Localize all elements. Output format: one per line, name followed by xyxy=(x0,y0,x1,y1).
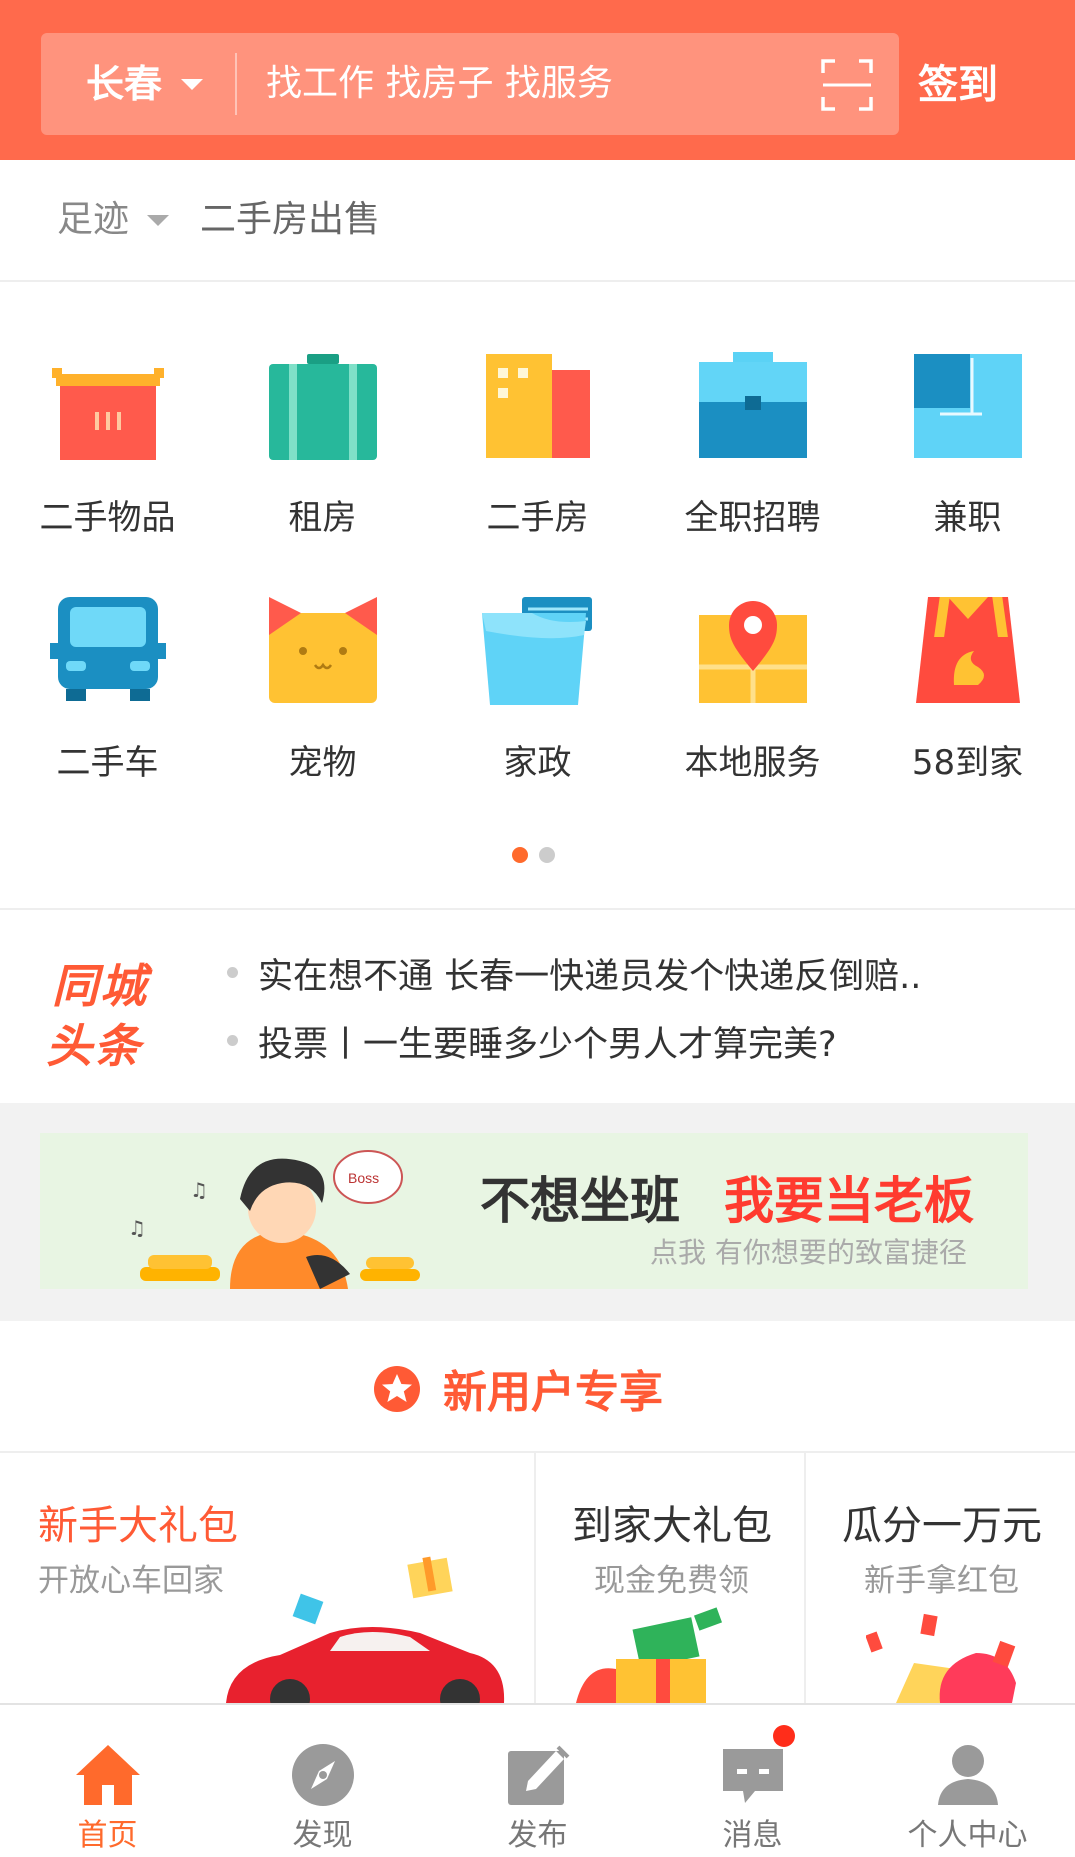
promo-card-newbie-pack[interactable]: 新手大礼包 开放心车回家 xyxy=(0,1453,534,1703)
compass-icon xyxy=(291,1744,354,1806)
checkin-button[interactable]: 签到 xyxy=(918,0,998,170)
map-pin-icon xyxy=(698,601,807,703)
card-subtitle: 开放心车回家 xyxy=(38,1563,224,1599)
category-item-fulltime-jobs[interactable]: 全职招聘 xyxy=(645,350,860,550)
category-item-secondhand-goods[interactable]: 二手物品 xyxy=(0,350,215,550)
card-subtitle: 新手拿红包 xyxy=(864,1563,1019,1599)
window-icon xyxy=(913,354,1022,458)
category-label: 本地服务 xyxy=(684,743,821,783)
bullet-icon xyxy=(227,967,238,978)
category-label: 二手房 xyxy=(486,498,589,538)
pager-dot-active[interactable] xyxy=(512,847,528,863)
category-label: 宠物 xyxy=(288,743,357,783)
search-input[interactable]: 找工作 找房子 找服务 xyxy=(266,33,613,135)
headline-logo: 同城 xyxy=(52,959,148,1013)
car-icon xyxy=(49,597,166,701)
search-bar[interactable]: 长春 找工作 找房子 找服务 xyxy=(41,33,899,135)
caret-down-icon[interactable] xyxy=(147,215,169,226)
promo-banner[interactable]: Boss ♫ ♫ 不想坐班 我要当老板 点我 有你想要的致富捷径 xyxy=(40,1133,1028,1289)
promo-card-red-packet[interactable]: 瓜分一万元 新手拿红包 xyxy=(806,1453,1075,1703)
home-icon xyxy=(75,1745,140,1805)
bottom-tab-bar: 首页 发现 发布 消息 个人中心 xyxy=(0,1703,1075,1857)
boss-bubble-text: Boss xyxy=(348,1170,379,1186)
svg-text:♫: ♫ xyxy=(190,1178,208,1202)
svg-text:♫: ♫ xyxy=(128,1216,146,1240)
bullet-icon xyxy=(227,1035,238,1046)
divider xyxy=(0,908,1075,910)
category-item-local-services[interactable]: 本地服务 xyxy=(645,595,860,795)
category-item-housekeeping[interactable]: 家政 xyxy=(430,595,645,795)
category-label: 二手车 xyxy=(56,743,159,783)
tab-label: 发布 xyxy=(507,1818,568,1853)
user-icon xyxy=(937,1745,998,1805)
card-title: 瓜分一万元 xyxy=(842,1503,1042,1549)
tab-label: 首页 xyxy=(77,1818,138,1853)
briefcase-icon xyxy=(698,352,807,458)
pager-dot[interactable] xyxy=(539,847,555,863)
cat-icon xyxy=(268,597,377,703)
category-label: 二手物品 xyxy=(39,498,176,538)
category-label: 全职招聘 xyxy=(684,498,821,538)
new-user-title: 新用户专享 xyxy=(443,1367,663,1418)
search-divider xyxy=(235,53,237,115)
red-car-illustration xyxy=(226,1556,505,1703)
tab-publish[interactable]: 发布 xyxy=(430,1705,645,1857)
tab-label: 发现 xyxy=(292,1818,353,1853)
category-label: 家政 xyxy=(503,743,572,783)
gift-box-illustration xyxy=(576,1607,723,1703)
category-label: 租房 xyxy=(288,498,357,538)
banner-title: 不想坐班 xyxy=(480,1172,680,1230)
card-subtitle: 现金免费领 xyxy=(594,1563,749,1599)
headline-logo: 头条 xyxy=(46,1019,142,1073)
edit-icon xyxy=(507,1745,569,1805)
headline-item[interactable]: 投票丨一生要睡多少个男人才算完美? xyxy=(258,1016,837,1067)
suitcase-icon xyxy=(268,354,377,460)
tab-label: 消息 xyxy=(722,1818,783,1853)
message-icon xyxy=(722,1749,783,1803)
tab-messages[interactable]: 消息 xyxy=(645,1705,860,1857)
category-item-58-home[interactable]: 58到家 xyxy=(860,595,1075,795)
boss-illustration: Boss ♫ ♫ xyxy=(128,1150,420,1289)
bucket-icon xyxy=(481,597,592,705)
category-item-used-car[interactable]: 二手车 xyxy=(0,595,215,795)
bag-icon xyxy=(915,597,1020,703)
tab-discover[interactable]: 发现 xyxy=(215,1705,430,1857)
category-item-rent[interactable]: 租房 xyxy=(215,350,430,550)
promo-card-home-pack[interactable]: 到家大礼包 现金免费领 xyxy=(536,1453,804,1703)
category-label: 兼职 xyxy=(933,498,1002,538)
footprint-dropdown[interactable]: 足迹 xyxy=(57,160,129,280)
footprint-row: 足迹 二手房出售 xyxy=(0,160,1075,282)
building-icon xyxy=(485,354,590,458)
unread-badge xyxy=(773,1725,795,1747)
category-item-pets[interactable]: 宠物 xyxy=(215,595,430,795)
footprint-item[interactable]: 二手房出售 xyxy=(200,160,380,280)
tab-label: 个人中心 xyxy=(907,1818,1028,1853)
red-packet-illustration xyxy=(866,1613,1016,1703)
tab-home[interactable]: 首页 xyxy=(0,1705,215,1857)
card-title: 到家大礼包 xyxy=(572,1503,772,1549)
basket-icon xyxy=(51,368,164,460)
top-header: 长春 找工作 找房子 找服务 签到 xyxy=(0,0,1075,160)
banner-title-highlight: 我要当老板 xyxy=(724,1172,974,1230)
scan-icon[interactable] xyxy=(821,59,873,111)
tab-profile[interactable]: 个人中心 xyxy=(860,1705,1075,1857)
caret-down-icon[interactable] xyxy=(181,79,203,90)
category-item-secondhand-house[interactable]: 二手房 xyxy=(430,350,645,550)
city-selector[interactable]: 长春 xyxy=(86,33,162,135)
card-title: 新手大礼包 xyxy=(38,1503,238,1549)
star-badge-icon xyxy=(374,1366,420,1412)
banner-subtitle: 点我 有你想要的致富捷径 xyxy=(650,1236,967,1269)
category-item-parttime[interactable]: 兼职 xyxy=(860,350,1075,550)
category-label: 58到家 xyxy=(911,743,1024,783)
headline-item[interactable]: 实在想不通 长春一快递员发个快递反倒赔.. xyxy=(258,948,921,999)
